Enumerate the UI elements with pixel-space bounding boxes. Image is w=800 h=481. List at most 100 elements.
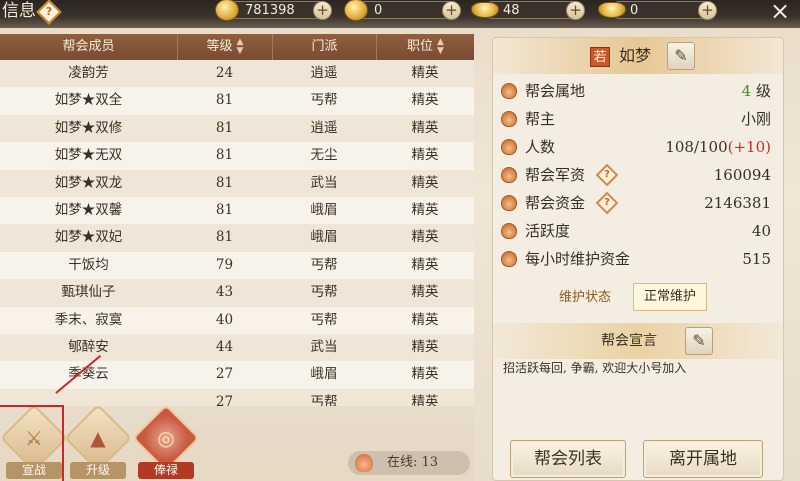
currency-silver: 0 +	[598, 1, 717, 20]
table-row[interactable]: 干饭均 79 丐帮 精英	[0, 251, 474, 280]
table-cell: 甄琪仙子	[61, 284, 116, 301]
add-silver-button[interactable]: +	[698, 1, 717, 20]
table-cell: 武当	[310, 174, 338, 191]
flame-icon	[501, 195, 517, 211]
flame-icon	[501, 111, 517, 127]
table-cell: 如梦★双修	[54, 119, 123, 136]
table-cell: 27	[215, 366, 234, 383]
table-row[interactable]: 如梦★双馨 81 峨眉 精英	[0, 196, 474, 225]
table-cell: 24	[215, 65, 234, 81]
table-cell: 无尘	[310, 147, 338, 164]
table-row[interactable]: 如梦★无双 81 无尘 精英	[0, 142, 474, 170]
info-members: 人数 108/100(+10)	[499, 134, 771, 160]
table-cell: 丐帮	[310, 256, 338, 273]
table-cell: 丐帮	[310, 284, 338, 301]
table-cell: 郇醉安	[68, 338, 109, 355]
table-cell: 精英	[411, 256, 439, 273]
flame-icon	[501, 251, 517, 267]
pen-icon: ✎	[692, 331, 706, 350]
maintenance-label: 维护状态	[559, 290, 612, 305]
member-table: 帮会成员 等级 ▲ ▼ 门派 职位 ▲ ▼ 凌韵芳 24 逍遥 精英 如梦★双全 81 丐帮 精英 如梦…	[0, 34, 474, 406]
table-cell: 精英	[411, 92, 439, 109]
table-cell: 如梦★双馨	[54, 201, 123, 218]
gold-ingot-icon	[471, 2, 499, 18]
table-cell: 精英	[411, 366, 439, 383]
table-row[interactable]: 如梦★双妃 81 峨眉 精英	[0, 224, 474, 252]
help-icon[interactable]: ?	[595, 163, 619, 187]
table-cell: 峨眉	[310, 366, 338, 383]
add-ingot-button[interactable]: +	[566, 1, 585, 20]
flame-icon	[501, 223, 517, 239]
table-cell: 丐帮	[310, 311, 338, 328]
table-row[interactable]: 甄琪仙子 43 丐帮 精英	[0, 279, 474, 307]
upgrade-button[interactable]: ▲ 升级	[64, 404, 132, 480]
table-cell: 27	[215, 393, 234, 406]
flame-icon	[501, 83, 517, 99]
info-military-funds: 帮会军资 ? 160094	[499, 162, 771, 188]
table-cell: 79	[215, 256, 234, 273]
help-icon[interactable]: ?	[595, 191, 619, 215]
table-cell: 精英	[411, 393, 439, 406]
table-cell: 81	[215, 92, 234, 109]
online-count: 在线: 13	[348, 451, 470, 475]
edit-name-button[interactable]: ✎	[667, 42, 695, 70]
table-cell: 峨眉	[310, 229, 338, 246]
table-cell: 44	[215, 338, 234, 355]
info-activity: 活跃度 40	[499, 218, 771, 244]
add-gold-button[interactable]: +	[442, 1, 461, 20]
edit-declaration-button[interactable]: ✎	[685, 327, 713, 355]
currency-value: 781398	[245, 3, 295, 18]
help-icon[interactable]: ?	[36, 0, 62, 25]
table-row[interactable]: 季末、寂寞 40 丐帮 精英	[0, 306, 474, 334]
gold-coin-icon	[344, 0, 368, 21]
table-cell: 精英	[411, 229, 439, 246]
table-cell: 81	[215, 229, 234, 246]
table-cell: 81	[215, 147, 234, 164]
table-cell: 精英	[411, 147, 439, 164]
info-upkeep: 每小时维护资金 515	[499, 246, 771, 272]
table-cell: 季末、寂寞	[54, 311, 123, 328]
maintenance-status: 正常维护	[633, 283, 707, 311]
info-territory: 帮会属地 4 级	[499, 78, 771, 104]
guild-list-button[interactable]: 帮会列表	[510, 440, 626, 478]
highlight-box	[0, 405, 64, 481]
leave-territory-button[interactable]: 离开属地	[643, 440, 763, 478]
table-row[interactable]: 如梦★双龙 81 武当 精英	[0, 169, 474, 197]
table-row[interactable]: 如梦★双全 81 丐帮 精英	[0, 87, 474, 115]
column-position[interactable]: 职位 ▲ ▼	[376, 34, 474, 60]
top-bar: 信息 ? 781398 + 0 + 48 + 0 + ×	[0, 0, 800, 28]
close-button[interactable]: ×	[760, 0, 800, 26]
pen-icon: ✎	[674, 46, 688, 65]
table-cell: 精英	[411, 311, 439, 328]
table-body: 凌韵芳 24 逍遥 精英 如梦★双全 81 丐帮 精英 如梦★双修 81 逍遥 精英 如梦★无双 81 无尘…	[0, 60, 474, 406]
table-row[interactable]: 27 丐帮 精英	[0, 388, 474, 406]
sort-icon: ▲ ▼	[236, 36, 244, 56]
sort-icon: ▲ ▼	[437, 36, 444, 56]
declaration-text: 招活跃每回, 争霸, 欢迎大小号加入	[503, 361, 687, 375]
guild-info-panel: 若 如梦 ✎ 帮会属地 4 级 帮主 小刚 人数 108/100(+10) 帮会…	[492, 37, 784, 481]
add-copper-button[interactable]: +	[313, 1, 332, 20]
table-cell: 干饭均	[68, 256, 109, 273]
table-cell: 如梦★双全	[54, 92, 123, 109]
table-row[interactable]: 季葵云 27 峨眉 精英	[0, 361, 474, 389]
table-row[interactable]: 如梦★双修 81 逍遥 精英	[0, 114, 474, 143]
salary-button[interactable]: ◎ 俸禄	[132, 404, 200, 480]
guild-name: 如梦	[619, 46, 652, 65]
page-title: 信息	[2, 1, 36, 21]
silver-ingot-icon	[598, 2, 626, 18]
flame-icon	[501, 139, 517, 155]
table-cell: 81	[215, 201, 234, 218]
copper-coin-icon	[215, 0, 239, 21]
currency-value: 48	[503, 3, 520, 18]
table-cell: 如梦★双妃	[54, 229, 123, 246]
table-cell: 丐帮	[310, 92, 338, 109]
table-row[interactable]: 凌韵芳 24 逍遥 精英	[0, 60, 474, 88]
table-cell: 丐帮	[310, 393, 338, 406]
column-level[interactable]: 等级 ▲ ▼	[177, 34, 272, 60]
column-sect: 门派	[272, 34, 376, 60]
table-cell: 精英	[411, 65, 439, 81]
up-arrow-icon: ▲	[90, 426, 106, 450]
table-cell: 峨眉	[310, 201, 338, 218]
table-row[interactable]: 郇醉安 44 武当 精英	[0, 333, 474, 362]
table-cell: 精英	[411, 174, 439, 191]
